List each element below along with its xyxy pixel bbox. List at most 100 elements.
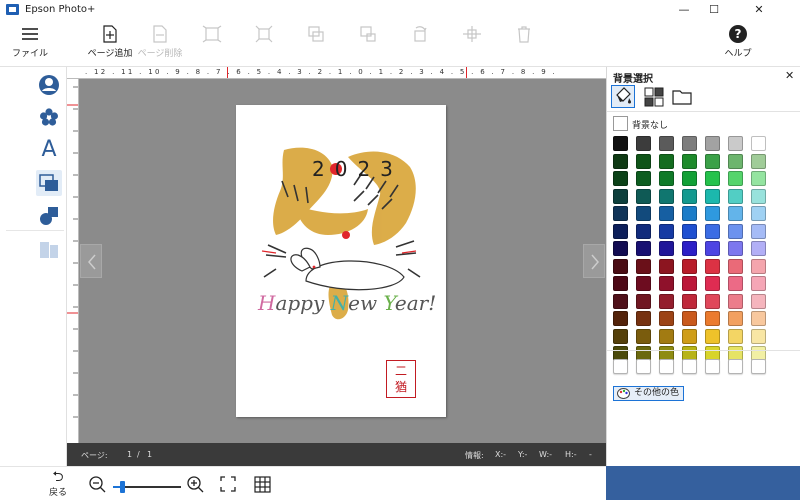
shape-tool-button[interactable] [36, 203, 62, 229]
greeting-h: H [258, 291, 276, 315]
background-layers-icon [39, 174, 58, 191]
fill-button[interactable] [236, 20, 292, 66]
trash-icon [518, 26, 530, 43]
postcard-page[interactable]: 2023 Happy New Year! 二猶 [236, 105, 446, 417]
info-x: X:- [495, 450, 507, 459]
rotate-icon [414, 26, 427, 42]
delete-button[interactable] [496, 20, 552, 66]
info-y: Y:- [518, 450, 528, 459]
fit-button[interactable] [184, 20, 240, 66]
rabbit-illustration [290, 247, 405, 291]
delete-page-label: ページ削除 [137, 49, 183, 59]
panel-footer-bar [606, 466, 800, 500]
hamburger-menu-icon [22, 28, 38, 40]
maximize-button[interactable]: ☐ [691, 0, 737, 20]
info-h: H:- [565, 450, 577, 459]
greeting-ear: ear! [394, 291, 437, 315]
shapes-icon [40, 207, 58, 225]
send-back-icon [360, 26, 376, 42]
vertical-ruler [67, 79, 79, 443]
page-current: 1 [127, 450, 133, 459]
custom-color-slot[interactable] [751, 359, 766, 374]
vertical-ruler-ticks [67, 86, 78, 418]
zoom-slider-thumb[interactable] [120, 481, 125, 493]
palette-icon [617, 388, 630, 399]
send-back-button[interactable] [340, 20, 396, 66]
page-label: ページ: [81, 451, 108, 460]
add-page-label: ページ追加 [87, 49, 133, 59]
file-menu-label: ファイル [11, 49, 48, 59]
stamp-flower-icon [40, 108, 58, 126]
file-menu-button[interactable]: ファイル [2, 20, 58, 66]
stamp-tool-button[interactable] [36, 104, 62, 130]
back-label: 戻る [48, 488, 67, 498]
rotate-button[interactable] [392, 20, 448, 66]
ruler-marker-right [466, 67, 467, 78]
seal-bottom-char: 猶 [394, 380, 407, 394]
delete-page-icon [153, 25, 167, 43]
bottom-toolbar: ⮌ 戻る [0, 466, 606, 500]
horizontal-ruler-labels: . 12 . 11 . 10 . 9 . 8 . 7 . 6 . 5 . 4 .… [85, 68, 558, 76]
photo-tool-button[interactable] [36, 72, 62, 98]
align-button[interactable] [444, 20, 500, 66]
toolbar: ファイル ページ追加 ページ削除 ? ヘルプ [0, 20, 800, 67]
layout-tool-button[interactable] [36, 237, 62, 263]
custom-color-row [607, 67, 800, 387]
left-tool-sidebar: A [0, 67, 67, 466]
custom-color-slot[interactable] [705, 359, 720, 374]
fit-screen-icon[interactable] [220, 476, 236, 492]
ruler-marker-left [227, 67, 228, 78]
zoom-out-icon[interactable] [88, 475, 106, 493]
greeting-n: N [330, 291, 349, 315]
seal-top-char: 二 [394, 364, 407, 378]
person-icon [39, 75, 59, 95]
add-page-icon [103, 25, 117, 43]
greeting-y: Y [383, 291, 395, 315]
greeting-appy: appy [275, 291, 331, 315]
page-separator: / [137, 450, 140, 459]
add-page-button[interactable]: ページ追加 [80, 20, 140, 66]
custom-color-slot[interactable] [728, 359, 743, 374]
grid-icon[interactable] [254, 476, 271, 493]
text-tool-icon[interactable]: A [36, 137, 62, 163]
red-seal-stamp: 二猶 [386, 360, 416, 398]
help-button[interactable]: ? ヘルプ [710, 20, 766, 66]
next-page-button[interactable] [583, 244, 605, 278]
zoom-in-icon[interactable] [186, 475, 204, 493]
layout-icon [40, 242, 58, 258]
window-title: Epson Photo+ [25, 4, 96, 15]
prev-page-button[interactable] [80, 244, 102, 278]
info-extra: - [589, 450, 592, 459]
custom-color-slot[interactable] [613, 359, 628, 374]
info-w: W:- [539, 450, 553, 459]
close-window-button[interactable]: ✕ [736, 0, 782, 20]
custom-color-slot[interactable] [659, 359, 674, 374]
info-label: 情報: [465, 451, 484, 460]
other-colors-label: その他の色 [634, 388, 680, 398]
align-icon [463, 26, 481, 42]
background-tool-button[interactable] [36, 170, 62, 196]
chevron-left-icon [88, 254, 96, 270]
status-bar: ページ: 1 / 1 情報: X:- Y:- W:- H:- - [67, 443, 606, 466]
chevron-right-icon [591, 254, 599, 270]
help-icon: ? [729, 25, 747, 43]
background-select-panel: 背景選択 ✕ 背景なし その他の色 [606, 67, 800, 466]
custom-color-slot[interactable] [636, 359, 651, 374]
back-button[interactable]: ⮌ 戻る [40, 469, 76, 498]
bring-front-button[interactable] [288, 20, 344, 66]
fill-frame-icon [255, 25, 273, 43]
other-colors-button[interactable]: その他の色 [613, 386, 684, 401]
app-logo-icon [6, 4, 19, 15]
sidebar-divider [6, 230, 64, 231]
title-bar: Epson Photo+ — ☐ ✕ [0, 0, 800, 20]
custom-color-slot[interactable] [682, 359, 697, 374]
year-text: 2023 [312, 157, 403, 181]
greeting-ew: ew [348, 291, 384, 315]
help-label: ヘルプ [724, 49, 752, 59]
greeting-text: Happy New Year! [258, 291, 436, 315]
horizontal-ruler: . 12 . 11 . 10 . 9 . 8 . 7 . 6 . 5 . 4 .… [67, 67, 606, 79]
page-total: 1 [147, 450, 153, 459]
back-arrow-icon: ⮌ [52, 469, 64, 485]
delete-page-button[interactable]: ページ削除 [132, 20, 188, 66]
bring-front-icon [308, 26, 324, 42]
